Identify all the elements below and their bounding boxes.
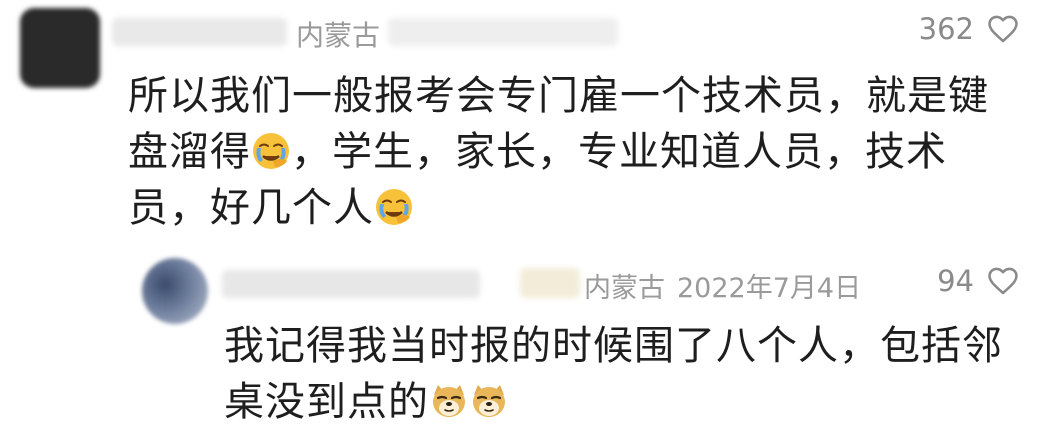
comment-location: 内蒙古 — [584, 273, 665, 304]
avatar[interactable] — [142, 258, 208, 324]
comment-meta: 内蒙古 2022年7月4日 — [584, 266, 861, 305]
comment-date: 2022年7月4日 — [677, 273, 862, 304]
comment-text: 所以我们一般报考会专门雇一个技术员，就是键盘溜得 ，学生，家长，专业知道人员，技… — [128, 68, 1008, 236]
comment-text-part: 我记得我当时报的时候围了八个人，包括邻桌没到点的 — [224, 323, 1003, 425]
like-group[interactable]: 94 — [937, 264, 1020, 298]
meta-blurred — [388, 18, 618, 46]
username-blurred[interactable] — [222, 270, 480, 298]
username-blurred[interactable] — [112, 18, 287, 46]
facepalm-cry-emoji — [376, 189, 412, 225]
like-count: 362 — [918, 12, 974, 46]
heart-icon[interactable] — [986, 264, 1020, 298]
doge-emoji — [473, 385, 505, 417]
comment-location: 内蒙古 — [296, 19, 381, 52]
comment-text: 我记得我当时报的时候围了八个人，包括邻桌没到点的 — [224, 318, 1014, 430]
avatar[interactable] — [20, 8, 100, 88]
badge-blurred — [520, 268, 580, 298]
heart-icon[interactable] — [986, 12, 1020, 46]
like-group[interactable]: 362 — [919, 12, 1020, 46]
facepalm-cry-emoji — [253, 133, 289, 169]
like-count: 94 — [937, 264, 974, 298]
doge-emoji — [433, 385, 465, 417]
